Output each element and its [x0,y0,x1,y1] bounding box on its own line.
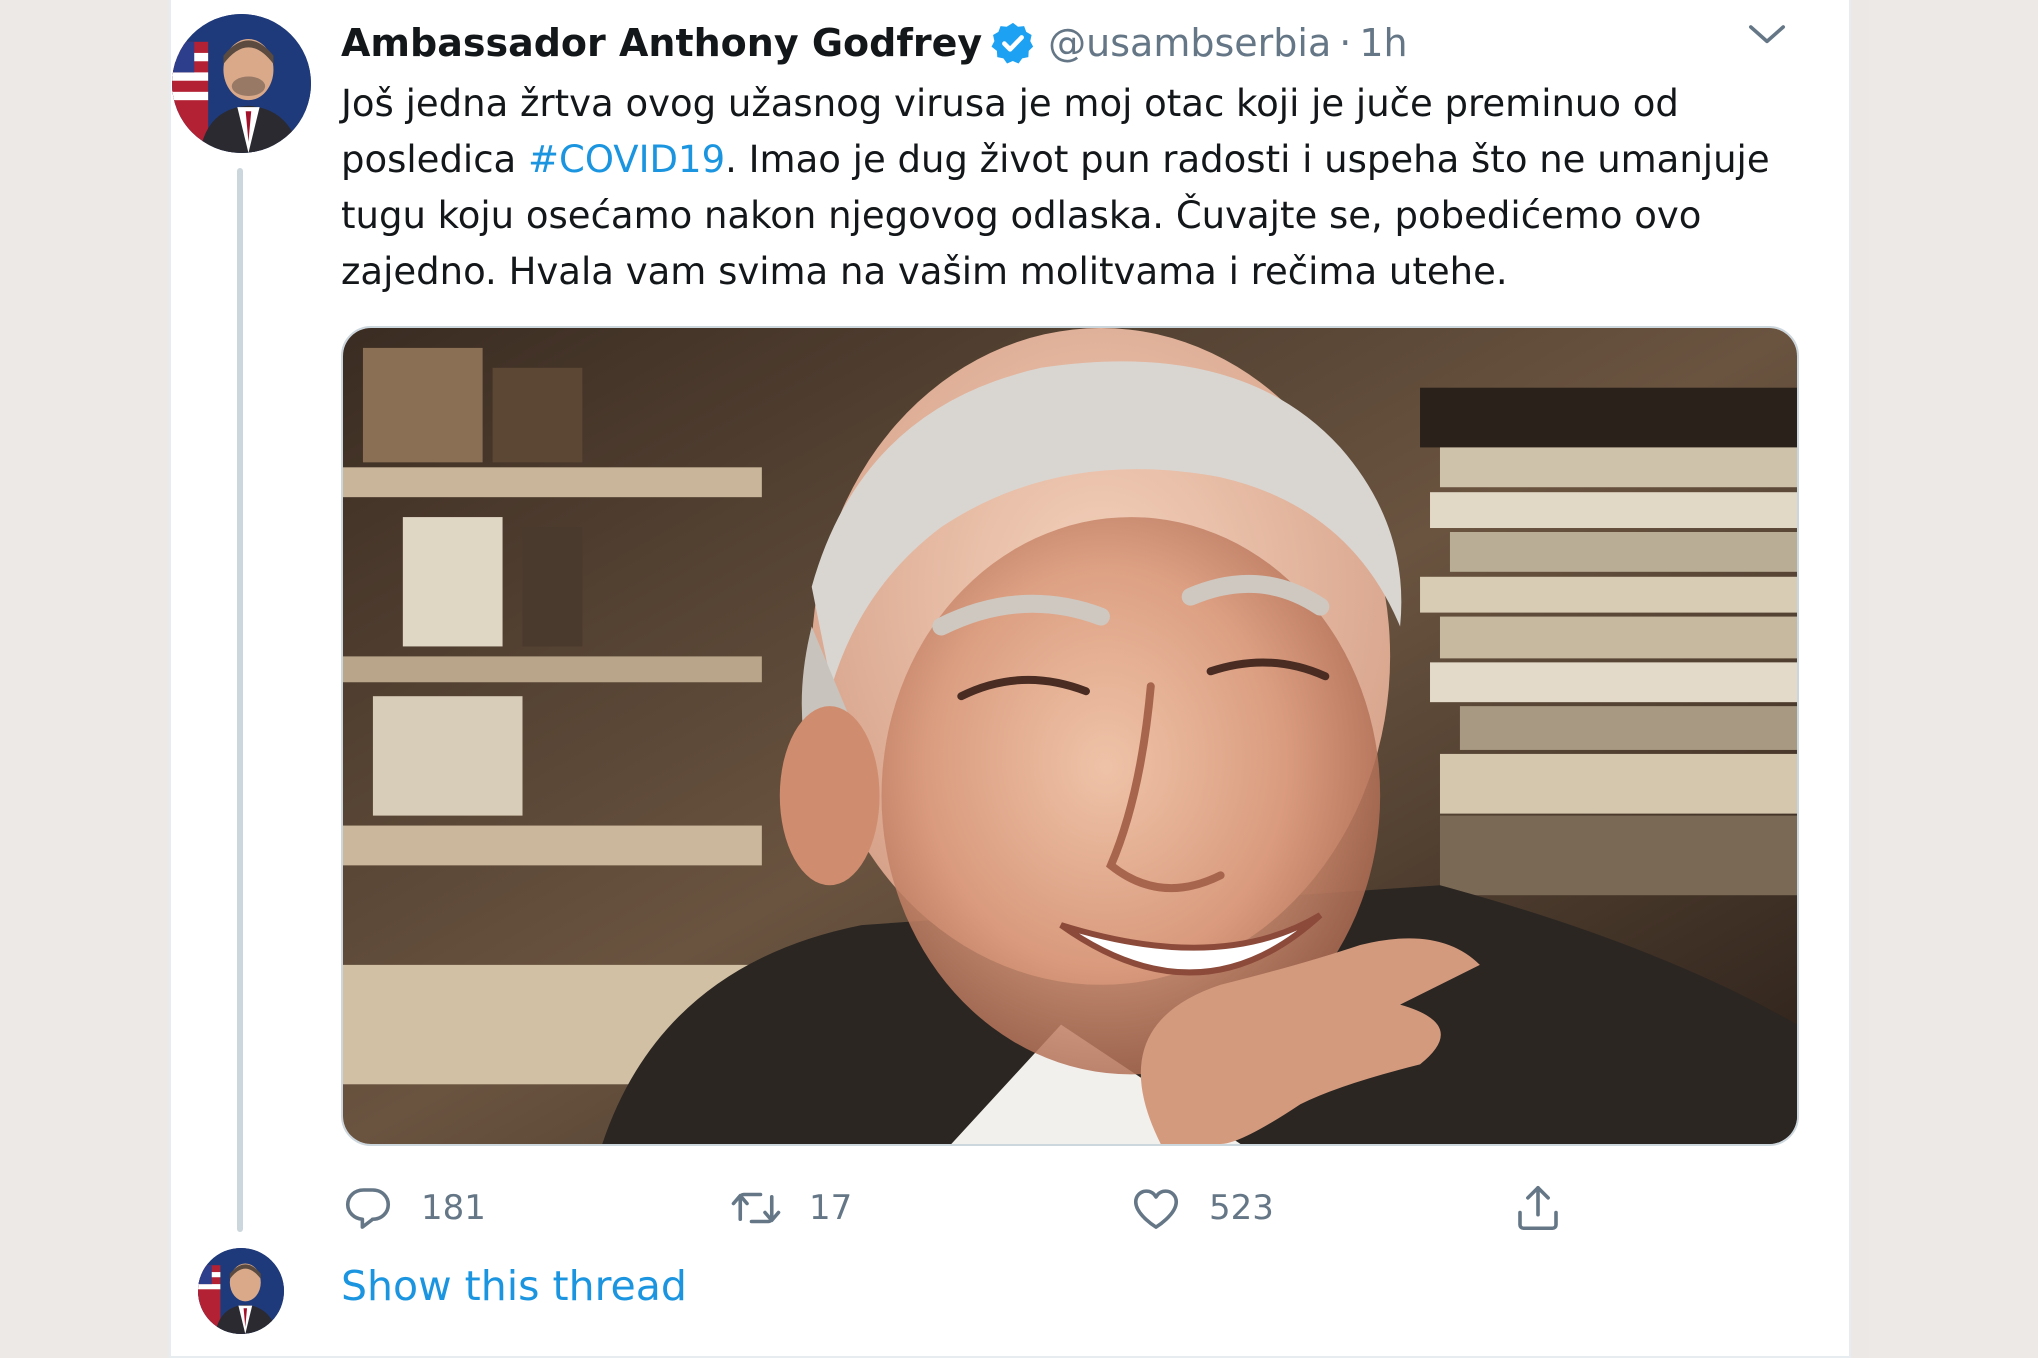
thread-connector-line [237,168,243,1232]
tweet-media-photo[interactable] [341,326,1799,1146]
avatar[interactable] [172,14,311,153]
display-name[interactable]: Ambassador Anthony Godfrey [341,21,982,65]
like-count: 523 [1209,1188,1274,1228]
verified-badge-icon [991,22,1034,64]
tweet-actions: 181 17 523 [341,1178,1799,1238]
user-handle[interactable]: @usambserbia [1048,21,1331,65]
avatar-portrait-icon [198,1248,284,1334]
show-thread-link[interactable]: Show this thread [341,1262,687,1310]
hashtag-link[interactable]: #COVID19 [528,138,725,181]
reply-button[interactable]: 181 [341,1178,486,1238]
like-button[interactable]: 523 [1129,1178,1274,1238]
avatar-portrait-icon [172,14,311,153]
heart-icon [1133,1189,1179,1229]
separator-dot: · [1339,21,1352,65]
speech-bubble-icon [345,1188,391,1229]
chevron-down-icon[interactable] [1745,18,1789,54]
thread-avatar[interactable] [198,1248,284,1334]
retweet-arrows-icon [731,1192,781,1224]
tweet-text: Još jedna žrtva ovog užasnog virusa je m… [341,76,1781,300]
elderly-man-photo-icon [343,328,1797,1144]
tweet-header: Ambassador Anthony Godfrey @usambserbia … [341,14,1408,72]
tweet-timestamp[interactable]: 1h [1359,21,1407,65]
retweet-button[interactable]: 17 [729,1178,852,1238]
page-background-left [0,0,169,1358]
tweet-card[interactable]: Ambassador Anthony Godfrey @usambserbia … [169,0,1851,1358]
reply-count: 181 [421,1188,486,1228]
page-background-right [1869,0,2038,1358]
share-button[interactable] [1511,1178,1565,1238]
share-upload-icon [1518,1185,1558,1231]
retweet-count: 17 [809,1188,853,1228]
